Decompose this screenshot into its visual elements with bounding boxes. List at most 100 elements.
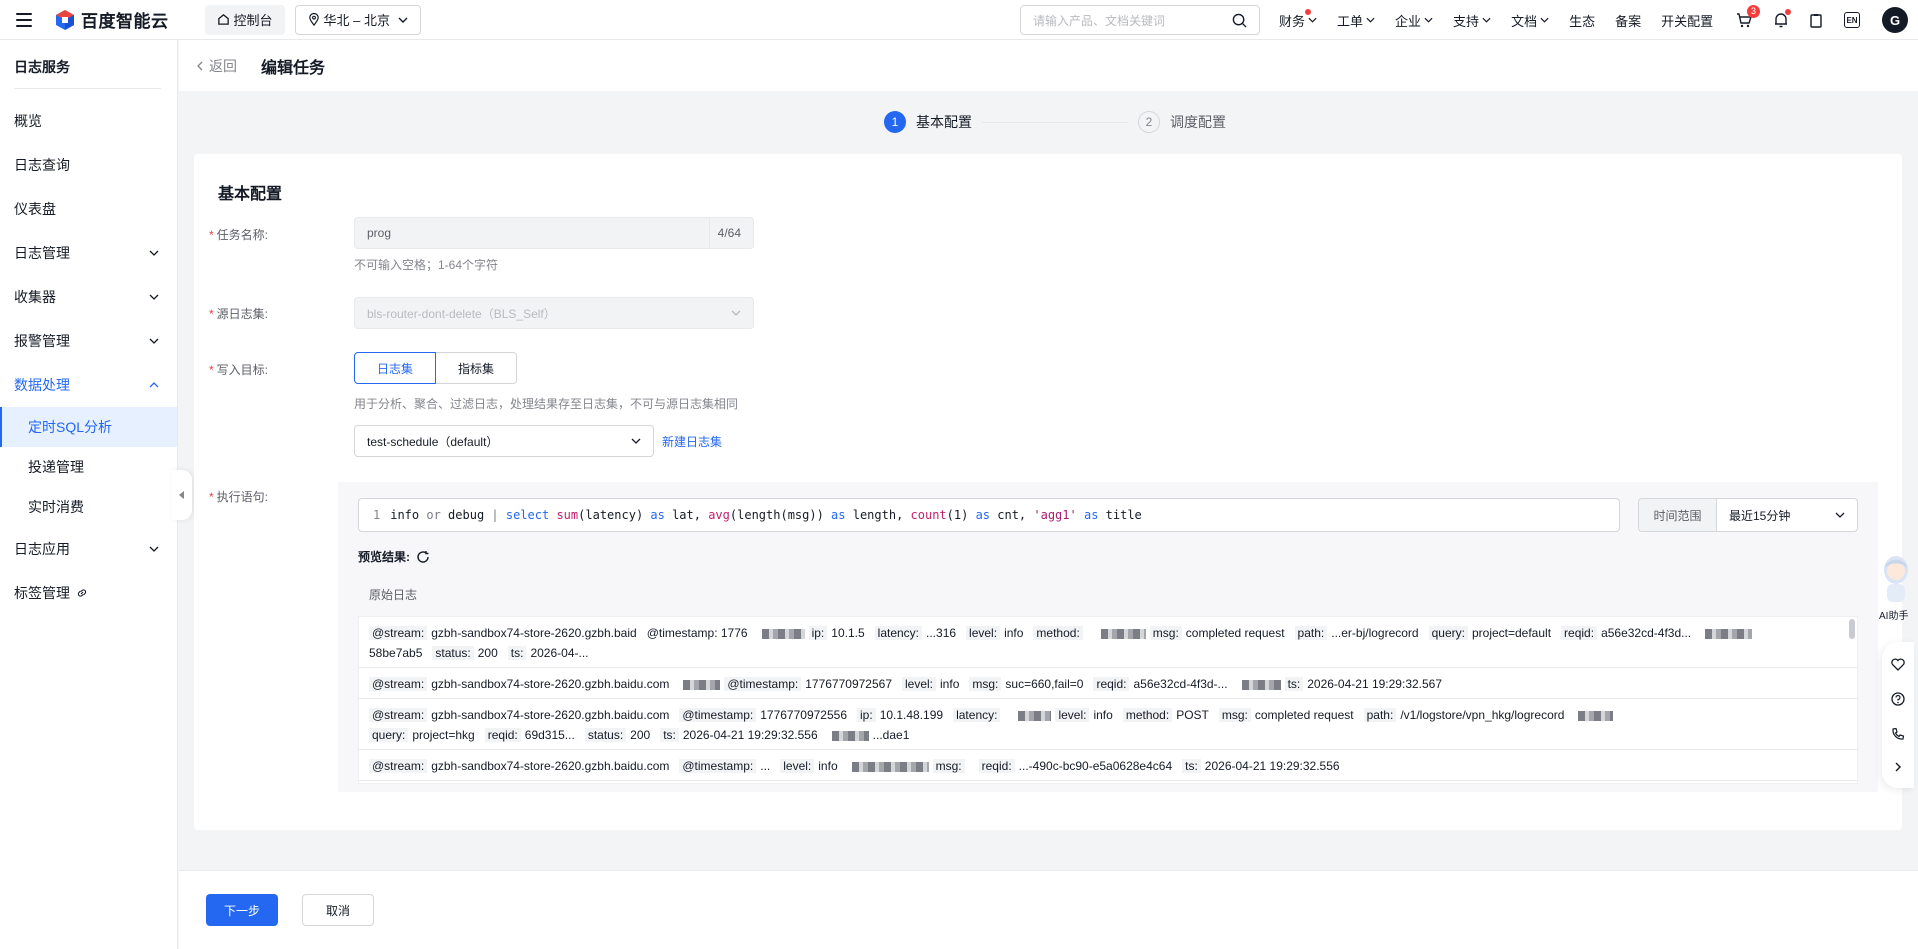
help-icon[interactable]: [1891, 692, 1905, 706]
time-range-select[interactable]: 时间范围 最近15分钟: [1638, 498, 1858, 532]
target-option-metricset[interactable]: 指标集: [436, 352, 518, 384]
code-token: title: [1098, 508, 1142, 522]
region-selector[interactable]: 华北 – 北京: [294, 4, 421, 35]
search-icon[interactable]: [1232, 13, 1247, 28]
log-row[interactable]: @stream: gzbh-sandbox74-store-2620.gzbh.b…: [359, 699, 1857, 750]
redacted-block: [761, 628, 805, 639]
nav-ticket[interactable]: 工单: [1337, 11, 1375, 30]
sidebar-item-dashboard[interactable]: 仪表盘: [0, 187, 177, 231]
log-field-value: ...er-bj/logrecord: [1331, 626, 1419, 640]
sidebar-subitem-realtime-consume[interactable]: 实时消费: [0, 487, 177, 527]
refresh-icon[interactable]: [416, 550, 430, 564]
log-field-key: level:: [1055, 708, 1090, 722]
language-switch[interactable]: EN: [1844, 12, 1860, 28]
log-scrollbar[interactable]: [1849, 619, 1855, 639]
sidebar-item-label: 日志应用: [14, 541, 70, 557]
sidebar-item-alarm[interactable]: 报警管理: [0, 319, 177, 363]
ai-assistant-label[interactable]: AI助手: [1879, 607, 1908, 622]
sidebar-subitem-delivery[interactable]: 投递管理: [0, 447, 177, 487]
nav-enterprise[interactable]: 企业: [1395, 11, 1433, 30]
nav-finance[interactable]: 财务: [1279, 8, 1317, 30]
step-1-number: 1: [884, 111, 906, 133]
log-field-key: @stream:: [369, 626, 428, 640]
sidebar-item-tag-management[interactable]: 标签管理: [0, 571, 177, 615]
preview-heading: 预览结果:: [358, 548, 430, 565]
log-field-value: 2026-04-21 19:29:32.556: [682, 728, 818, 742]
nav-filing[interactable]: 备案: [1615, 11, 1641, 30]
log-field-key: reqid:: [484, 728, 521, 742]
console-button[interactable]: 控制台: [204, 4, 285, 35]
log-field-key: method:: [1033, 626, 1083, 640]
log-field-value: /v1/logstore/vpn_hkg/logrecord: [1400, 708, 1565, 722]
log-field-key: @timestamp:: [679, 759, 757, 773]
chevron-down-icon: [149, 294, 159, 300]
code-token: |: [484, 508, 506, 522]
ai-assistant-avatar[interactable]: [1878, 552, 1914, 604]
log-field-value: a56e32cd-4f3d-...: [1133, 677, 1228, 691]
nav-filing-label: 备案: [1615, 13, 1642, 29]
log-row[interactable]: @stream: gzbh-sandbox74-store-2620.gzbh.b…: [359, 750, 1857, 781]
nav-support[interactable]: 支持: [1453, 11, 1491, 30]
sidebar-item-log-management[interactable]: 日志管理: [0, 231, 177, 275]
new-logset-link[interactable]: 新建日志集: [662, 433, 722, 450]
log-field-value: 69d315...: [524, 728, 575, 742]
sql-editor[interactable]: 1 info or debug | select sum(latency) as …: [358, 498, 1620, 532]
nav-ecosystem[interactable]: 生态: [1569, 11, 1595, 30]
log-field-key: reqid:: [1561, 626, 1598, 640]
cart-icon[interactable]: 3: [1736, 4, 1760, 28]
nav-docs[interactable]: 文档: [1511, 11, 1549, 30]
task-name-input[interactable]: prog 4/64: [354, 217, 754, 249]
target-logset-select[interactable]: test-schedule（default）: [354, 425, 654, 457]
log-field-key: status:: [584, 728, 627, 742]
brand-logo[interactable]: 百度智能云: [54, 7, 169, 32]
back-link[interactable]: 返回: [197, 56, 237, 76]
section-title: 基本配置: [218, 186, 283, 203]
cancel-button[interactable]: 取消: [302, 894, 374, 926]
redacted-block: [1100, 628, 1146, 639]
sidebar-collapse-handle[interactable]: [172, 470, 192, 520]
sidebar-item-overview[interactable]: 概览: [0, 99, 177, 143]
user-avatar[interactable]: G: [1882, 7, 1908, 33]
log-row[interactable]: @stream: gzbh-sandbox74-store-2620.gzbh.b…: [359, 668, 1857, 699]
source-logset-select[interactable]: bls-router-dont-delete（BLS_Self）: [354, 297, 754, 329]
chevron-down-icon: [631, 438, 641, 444]
redacted-block: [683, 679, 721, 690]
log-field-value: ...dae1: [872, 728, 910, 742]
chevron-down-icon: [1366, 17, 1375, 23]
sql-code-line: info or debug | select sum(latency) as l…: [390, 508, 1142, 522]
heart-icon[interactable]: [1891, 658, 1905, 672]
log-field-key: level:: [780, 759, 815, 773]
log-field-value: completed request: [1254, 708, 1354, 722]
log-field-key: msg:: [1218, 708, 1251, 722]
log-field-value: 2026-04-...: [530, 646, 589, 660]
next-step-button[interactable]: 下一步: [206, 894, 278, 926]
sidebar-item-label: 仪表盘: [14, 201, 56, 217]
nav-switch-config[interactable]: 开关配置: [1661, 11, 1713, 30]
sidebar-item-data-processing[interactable]: 数据处理: [0, 363, 177, 407]
source-logset-value: bls-router-dont-delete（BLS_Self）: [367, 306, 556, 321]
menu-icon[interactable]: [16, 12, 32, 27]
log-field-key: level:: [966, 626, 1001, 640]
notification-dot: [1785, 9, 1791, 15]
log-field-key: query:: [369, 728, 409, 742]
sidebar-item-collector[interactable]: 收集器: [0, 275, 177, 319]
code-token: 'agg1': [1033, 508, 1077, 522]
sidebar-item-log-apps[interactable]: 日志应用: [0, 527, 177, 571]
bell-icon[interactable]: [1774, 9, 1791, 28]
sidebar-subitem-scheduled-sql[interactable]: 定时SQL分析: [0, 407, 177, 447]
raw-log-list[interactable]: @stream: gzbh-sandbox74-store-2620.gzbh.b…: [358, 616, 1858, 784]
log-field-key: ts:: [507, 646, 527, 660]
global-search-input[interactable]: 请输入产品、文档关键词: [1020, 5, 1260, 35]
log-field-value: 200: [477, 646, 498, 660]
sidebar-item-log-query[interactable]: 日志查询: [0, 143, 177, 187]
chevron-right-icon[interactable]: [1895, 762, 1902, 772]
code-token: as: [975, 508, 991, 522]
clipboard-icon[interactable]: [1810, 13, 1822, 28]
log-field-value: info: [1004, 626, 1024, 640]
phone-icon[interactable]: [1891, 727, 1905, 741]
redacted-block: [1705, 628, 1753, 639]
code-token: as: [831, 508, 846, 522]
basic-config-card: 基本配置 * 任务名称: prog 4/64 不可输入空格；1-64个字符 * 源日…: [194, 154, 1902, 830]
log-row[interactable]: @stream: gzbh-sandbox74-store-2620.gzbh.b…: [359, 617, 1857, 668]
target-option-logset[interactable]: 日志集: [354, 352, 437, 384]
